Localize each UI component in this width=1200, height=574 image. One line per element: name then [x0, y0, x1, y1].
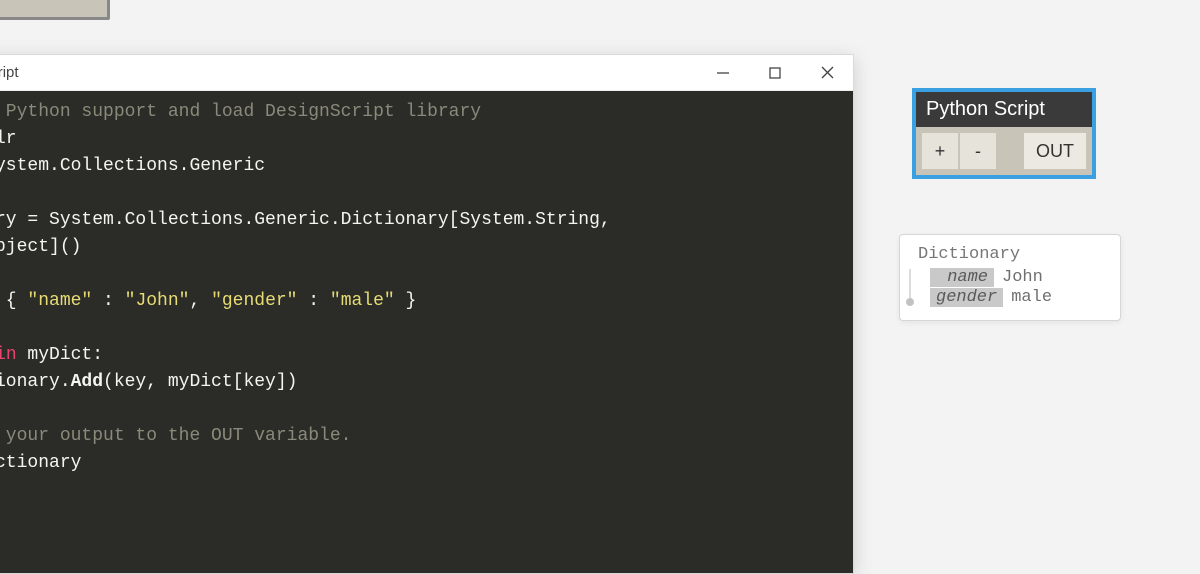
code-string: "name" — [27, 291, 92, 311]
code-keyword: in — [0, 345, 17, 365]
code-string: "John" — [125, 291, 190, 311]
code-text: ict = { — [0, 291, 27, 311]
code-text: tionary = System.Collections.Generic.Dic… — [0, 210, 611, 230]
code-string: "gender" — [211, 291, 297, 311]
tree-line — [909, 269, 911, 298]
code-text: myDict: — [17, 345, 103, 365]
dict-value: John — [1002, 268, 1043, 287]
code-editor[interactable]: nable Python support and load DesignScri… — [0, 91, 853, 573]
code-text: = dictionary — [0, 453, 81, 473]
node-body: + - OUT — [916, 127, 1092, 175]
minimize-button[interactable] — [697, 55, 749, 91]
code-text: tem.Object]() — [0, 237, 81, 257]
close-button[interactable] — [801, 55, 853, 91]
code-text: dictionary. — [0, 372, 71, 392]
editor-titlebar[interactable]: hon Script — [0, 55, 853, 91]
python-script-node[interactable]: Python Script + - OUT — [912, 88, 1096, 179]
out-port[interactable]: OUT — [1024, 133, 1086, 169]
watch-title: Dictionary — [918, 245, 1110, 264]
code-text: } — [395, 291, 417, 311]
dict-entry: name John — [930, 268, 1110, 287]
code-text: : — [92, 291, 124, 311]
code-text: , — [189, 291, 211, 311]
dict-entry: gender male — [930, 288, 1110, 307]
code-string: "male" — [330, 291, 395, 311]
code-text: : — [297, 291, 329, 311]
watch-node[interactable]: Dictionary name John gender male — [899, 234, 1121, 321]
maximize-button[interactable] — [749, 55, 801, 91]
code-text: (key, myDict[key]) — [103, 372, 297, 392]
editor-title: hon Script — [0, 64, 697, 81]
code-comment: nable Python support and load DesignScri… — [0, 102, 481, 122]
python-editor-window: hon Script nable Python support and load… — [0, 54, 854, 574]
remove-input-button[interactable]: - — [960, 133, 996, 169]
add-input-button[interactable]: + — [922, 133, 958, 169]
node-spacer — [998, 127, 1024, 175]
dict-value: male — [1011, 288, 1052, 307]
code-comment: ssign your output to the OUT variable. — [0, 426, 351, 446]
code-function: Add — [71, 372, 103, 392]
input-port-icon[interactable] — [906, 298, 914, 306]
background-node-fragment — [0, 0, 110, 20]
dict-key: gender — [930, 288, 1003, 307]
node-header[interactable]: Python Script — [916, 92, 1092, 127]
code-text: clr — [0, 129, 17, 149]
dict-key: name — [930, 268, 994, 287]
code-text: System.Collections.Generic — [0, 156, 265, 176]
